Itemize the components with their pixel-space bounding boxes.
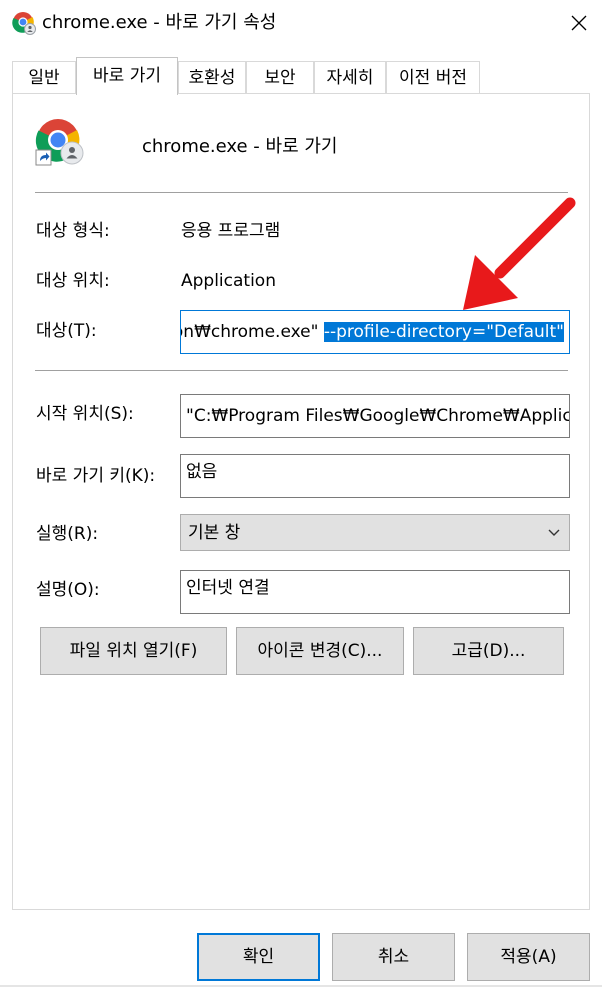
target-input-text: tion₩chrome.exe" --profile-directory="De… xyxy=(181,320,564,344)
ok-button[interactable]: 확인 xyxy=(197,933,320,981)
cancel-button[interactable]: 취소 xyxy=(332,933,455,981)
comment-input-text: 인터넷 연결 xyxy=(186,578,270,598)
apply-button[interactable]: 적용(A) xyxy=(467,933,590,981)
start-in-label: 시작 위치(S): xyxy=(36,404,134,424)
chrome-shortcut-icon xyxy=(12,12,36,35)
target-location-value: Application xyxy=(181,271,276,291)
chrome-profile-icon xyxy=(35,119,84,166)
run-label: 실행(R): xyxy=(36,524,99,544)
target-input[interactable]: tion₩chrome.exe" --profile-directory="De… xyxy=(180,310,570,354)
start-in-input-text: "C:₩Program Files₩Google₩Chrome₩Applicat… xyxy=(186,406,570,426)
chevron-down-icon xyxy=(548,529,560,536)
comment-label: 설명(O): xyxy=(36,580,100,600)
change-icon-button[interactable]: 아이콘 변경(C)... xyxy=(236,627,404,675)
run-select[interactable]: 기본 창 xyxy=(180,514,570,551)
title-bar: chrome.exe - 바로 가기 속성 xyxy=(0,0,602,46)
shortcut-tab-panel xyxy=(12,93,590,910)
open-file-location-button[interactable]: 파일 위치 열기(F) xyxy=(40,627,227,675)
target-input-selection: --profile-directory="Default" xyxy=(323,322,564,342)
target-input-plain: tion₩chrome.exe" xyxy=(181,322,319,342)
divider xyxy=(35,192,568,193)
shortcut-key-input[interactable]: 없음 xyxy=(180,454,570,498)
close-button[interactable] xyxy=(556,0,602,46)
shortcut-name: chrome.exe - 바로 가기 xyxy=(142,136,338,157)
tab-shortcut[interactable]: 바로 가기 xyxy=(76,57,178,95)
shortcut-key-input-text: 없음 xyxy=(186,462,218,482)
window-title: chrome.exe - 바로 가기 속성 xyxy=(42,12,277,33)
tab-previous-versions[interactable]: 이전 버전 xyxy=(386,61,480,93)
comment-input[interactable]: 인터넷 연결 xyxy=(180,570,570,614)
target-location-label: 대상 위치: xyxy=(36,271,110,291)
start-in-input[interactable]: "C:₩Program Files₩Google₩Chrome₩Applicat… xyxy=(180,394,570,438)
target-type-value: 응용 프로그램 xyxy=(181,221,281,241)
advanced-button[interactable]: 고급(D)... xyxy=(413,627,564,675)
target-label: 대상(T): xyxy=(36,321,97,341)
shortcut-key-label: 바로 가기 키(K): xyxy=(36,466,156,486)
close-icon xyxy=(571,15,587,31)
tab-security[interactable]: 보안 xyxy=(246,61,314,93)
run-select-value: 기본 창 xyxy=(188,523,241,543)
tab-details[interactable]: 자세히 xyxy=(314,61,386,93)
target-type-label: 대상 형식: xyxy=(36,221,110,241)
divider xyxy=(35,370,568,371)
tab-compatibility[interactable]: 호환성 xyxy=(178,61,246,93)
tab-general[interactable]: 일반 xyxy=(12,61,76,93)
